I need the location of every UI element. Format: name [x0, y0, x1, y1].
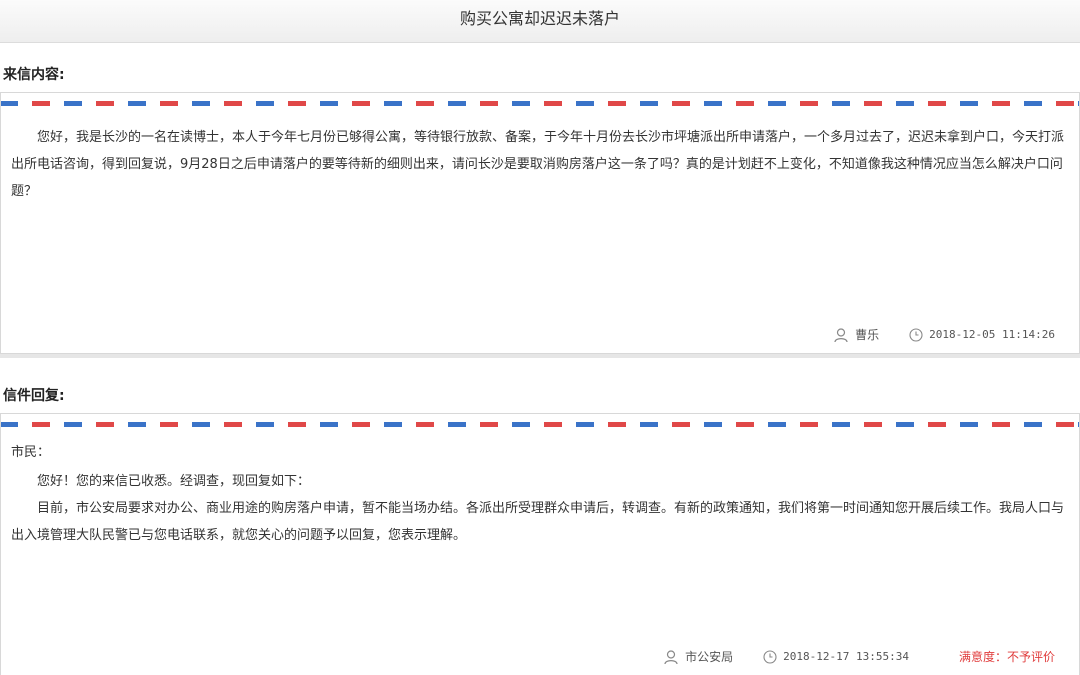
section-divider	[0, 354, 1080, 358]
page-title: 购买公寓却迟迟未落户	[0, 0, 1080, 43]
reply-meta: 市公安局 2018-12-17 13:55:34 满意度：不予评价	[663, 648, 1055, 665]
reply-salutation: 市民：	[11, 445, 51, 460]
reply-time: 2018-12-17 13:55:34	[783, 650, 909, 663]
airmail-stripe	[1, 101, 1079, 106]
letter-meta: 曹乐 2018-12-05 11:14:26	[833, 326, 1055, 343]
airmail-stripe	[1, 422, 1079, 427]
reply-box: 市民： 您好！您的来信已收悉。经调查，现回复如下： 目前，市公安局要求对办公、商…	[0, 413, 1080, 675]
reply-author: 市公安局	[685, 650, 734, 664]
clock-icon	[909, 327, 923, 342]
letter-content: 您好，我是长沙的一名在读博士，本人于今年七月份已够得公寓，等待银行放款、备案，于…	[11, 130, 1065, 199]
clock-icon	[763, 649, 777, 664]
letter-author: 曹乐	[855, 328, 880, 342]
satisfaction-rating: 满意度：不予评价	[958, 650, 1055, 664]
letter-time: 2018-12-05 11:14:26	[929, 328, 1055, 341]
reply-section-label: 信件回复:	[3, 388, 65, 404]
reply-paragraph-2: 目前，市公安局要求对办公、商业用途的购房落户申请，暂不能当场办结。各派出所受理群…	[11, 501, 1065, 543]
reply-paragraph-1: 您好！您的来信已收悉。经调查，现回复如下：	[37, 474, 311, 489]
user-icon	[833, 327, 849, 343]
user-icon	[663, 649, 679, 665]
letter-box: 您好，我是长沙的一名在读博士，本人于今年七月份已够得公寓，等待银行放款、备案，于…	[0, 92, 1080, 354]
letter-section-label: 来信内容:	[3, 67, 65, 83]
